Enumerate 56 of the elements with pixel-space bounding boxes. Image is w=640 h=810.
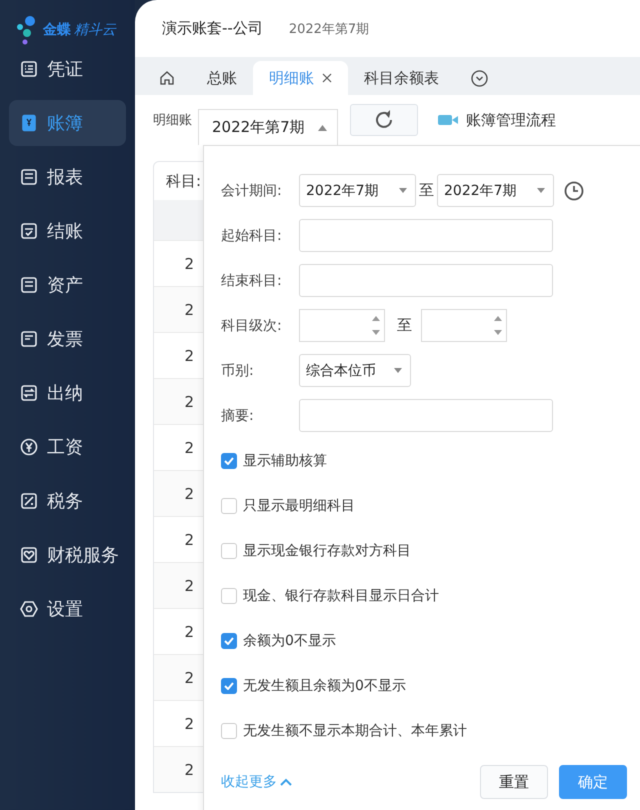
period-text: 2022年第7期 bbox=[288, 20, 370, 38]
document-icon bbox=[20, 276, 38, 294]
sidebar-item[interactable]: 财税服务 bbox=[9, 532, 126, 578]
document-icon bbox=[20, 60, 38, 78]
subject-label: 科目: bbox=[166, 172, 202, 190]
document-icon bbox=[20, 222, 38, 240]
check-icon bbox=[224, 456, 234, 464]
logo-text: 精斗云 bbox=[74, 21, 116, 39]
video-icon bbox=[438, 113, 458, 127]
input-field[interactable] bbox=[299, 264, 553, 297]
period-from-select[interactable]: 2022年7期 bbox=[299, 174, 416, 207]
document-icon bbox=[20, 384, 38, 402]
sidebar-item[interactable]: 凭证 bbox=[9, 46, 126, 92]
clock-icon[interactable] bbox=[564, 180, 584, 200]
number-field[interactable] bbox=[421, 309, 507, 342]
sidebar-item[interactable]: 报表 bbox=[9, 154, 126, 200]
flow-link[interactable]: 账簿管理流程 bbox=[438, 110, 556, 130]
yen-icon bbox=[20, 438, 38, 456]
check-icon bbox=[224, 682, 234, 690]
settings-icon bbox=[20, 600, 38, 618]
sidebar-item[interactable]: 出纳 bbox=[9, 370, 126, 416]
input-field[interactable] bbox=[299, 399, 553, 432]
period-to-select[interactable]: 2022年7期 bbox=[437, 174, 554, 207]
input-field[interactable] bbox=[299, 219, 553, 252]
sidebar-item[interactable]: 工资 bbox=[9, 424, 126, 470]
document-icon bbox=[20, 546, 38, 564]
range-separator: 至 bbox=[419, 181, 434, 200]
logo-icon bbox=[16, 15, 38, 45]
refresh-button[interactable] bbox=[350, 104, 418, 136]
document-icon bbox=[20, 168, 38, 186]
chevron-up-icon bbox=[280, 778, 292, 786]
tab[interactable]: 科目余额表 bbox=[348, 61, 455, 95]
document-icon bbox=[20, 330, 38, 348]
close-icon[interactable] bbox=[322, 73, 332, 83]
number-field[interactable] bbox=[299, 309, 385, 342]
sidebar-item[interactable]: 发票 bbox=[9, 316, 126, 362]
account-title: 演示账套--公司 bbox=[162, 19, 263, 38]
reset-button[interactable]: 重置 bbox=[480, 765, 548, 799]
check-icon bbox=[224, 636, 234, 644]
tab[interactable]: 总账 bbox=[191, 61, 253, 95]
refresh-icon bbox=[374, 110, 394, 130]
logo-text: 金蝶 bbox=[43, 21, 71, 39]
chevron-down-icon bbox=[471, 70, 488, 86]
document-icon bbox=[20, 114, 38, 132]
sidebar-item[interactable]: 资产 bbox=[9, 262, 126, 308]
home-icon bbox=[159, 70, 175, 86]
field-label: 会计期间: bbox=[221, 182, 283, 200]
currency-select[interactable]: 综合本位币 bbox=[299, 354, 411, 387]
sidebar-item[interactable]: 设置 bbox=[9, 586, 126, 632]
ledger-label: 明细账 bbox=[153, 112, 192, 129]
sidebar-item[interactable]: 结账 bbox=[9, 208, 126, 254]
range-separator: 至 bbox=[397, 316, 412, 335]
sidebar-item[interactable]: 账簿 bbox=[9, 100, 126, 146]
document-icon bbox=[20, 492, 38, 510]
caret-up-icon bbox=[318, 124, 327, 130]
sidebar-item[interactable]: 税务 bbox=[9, 478, 126, 524]
